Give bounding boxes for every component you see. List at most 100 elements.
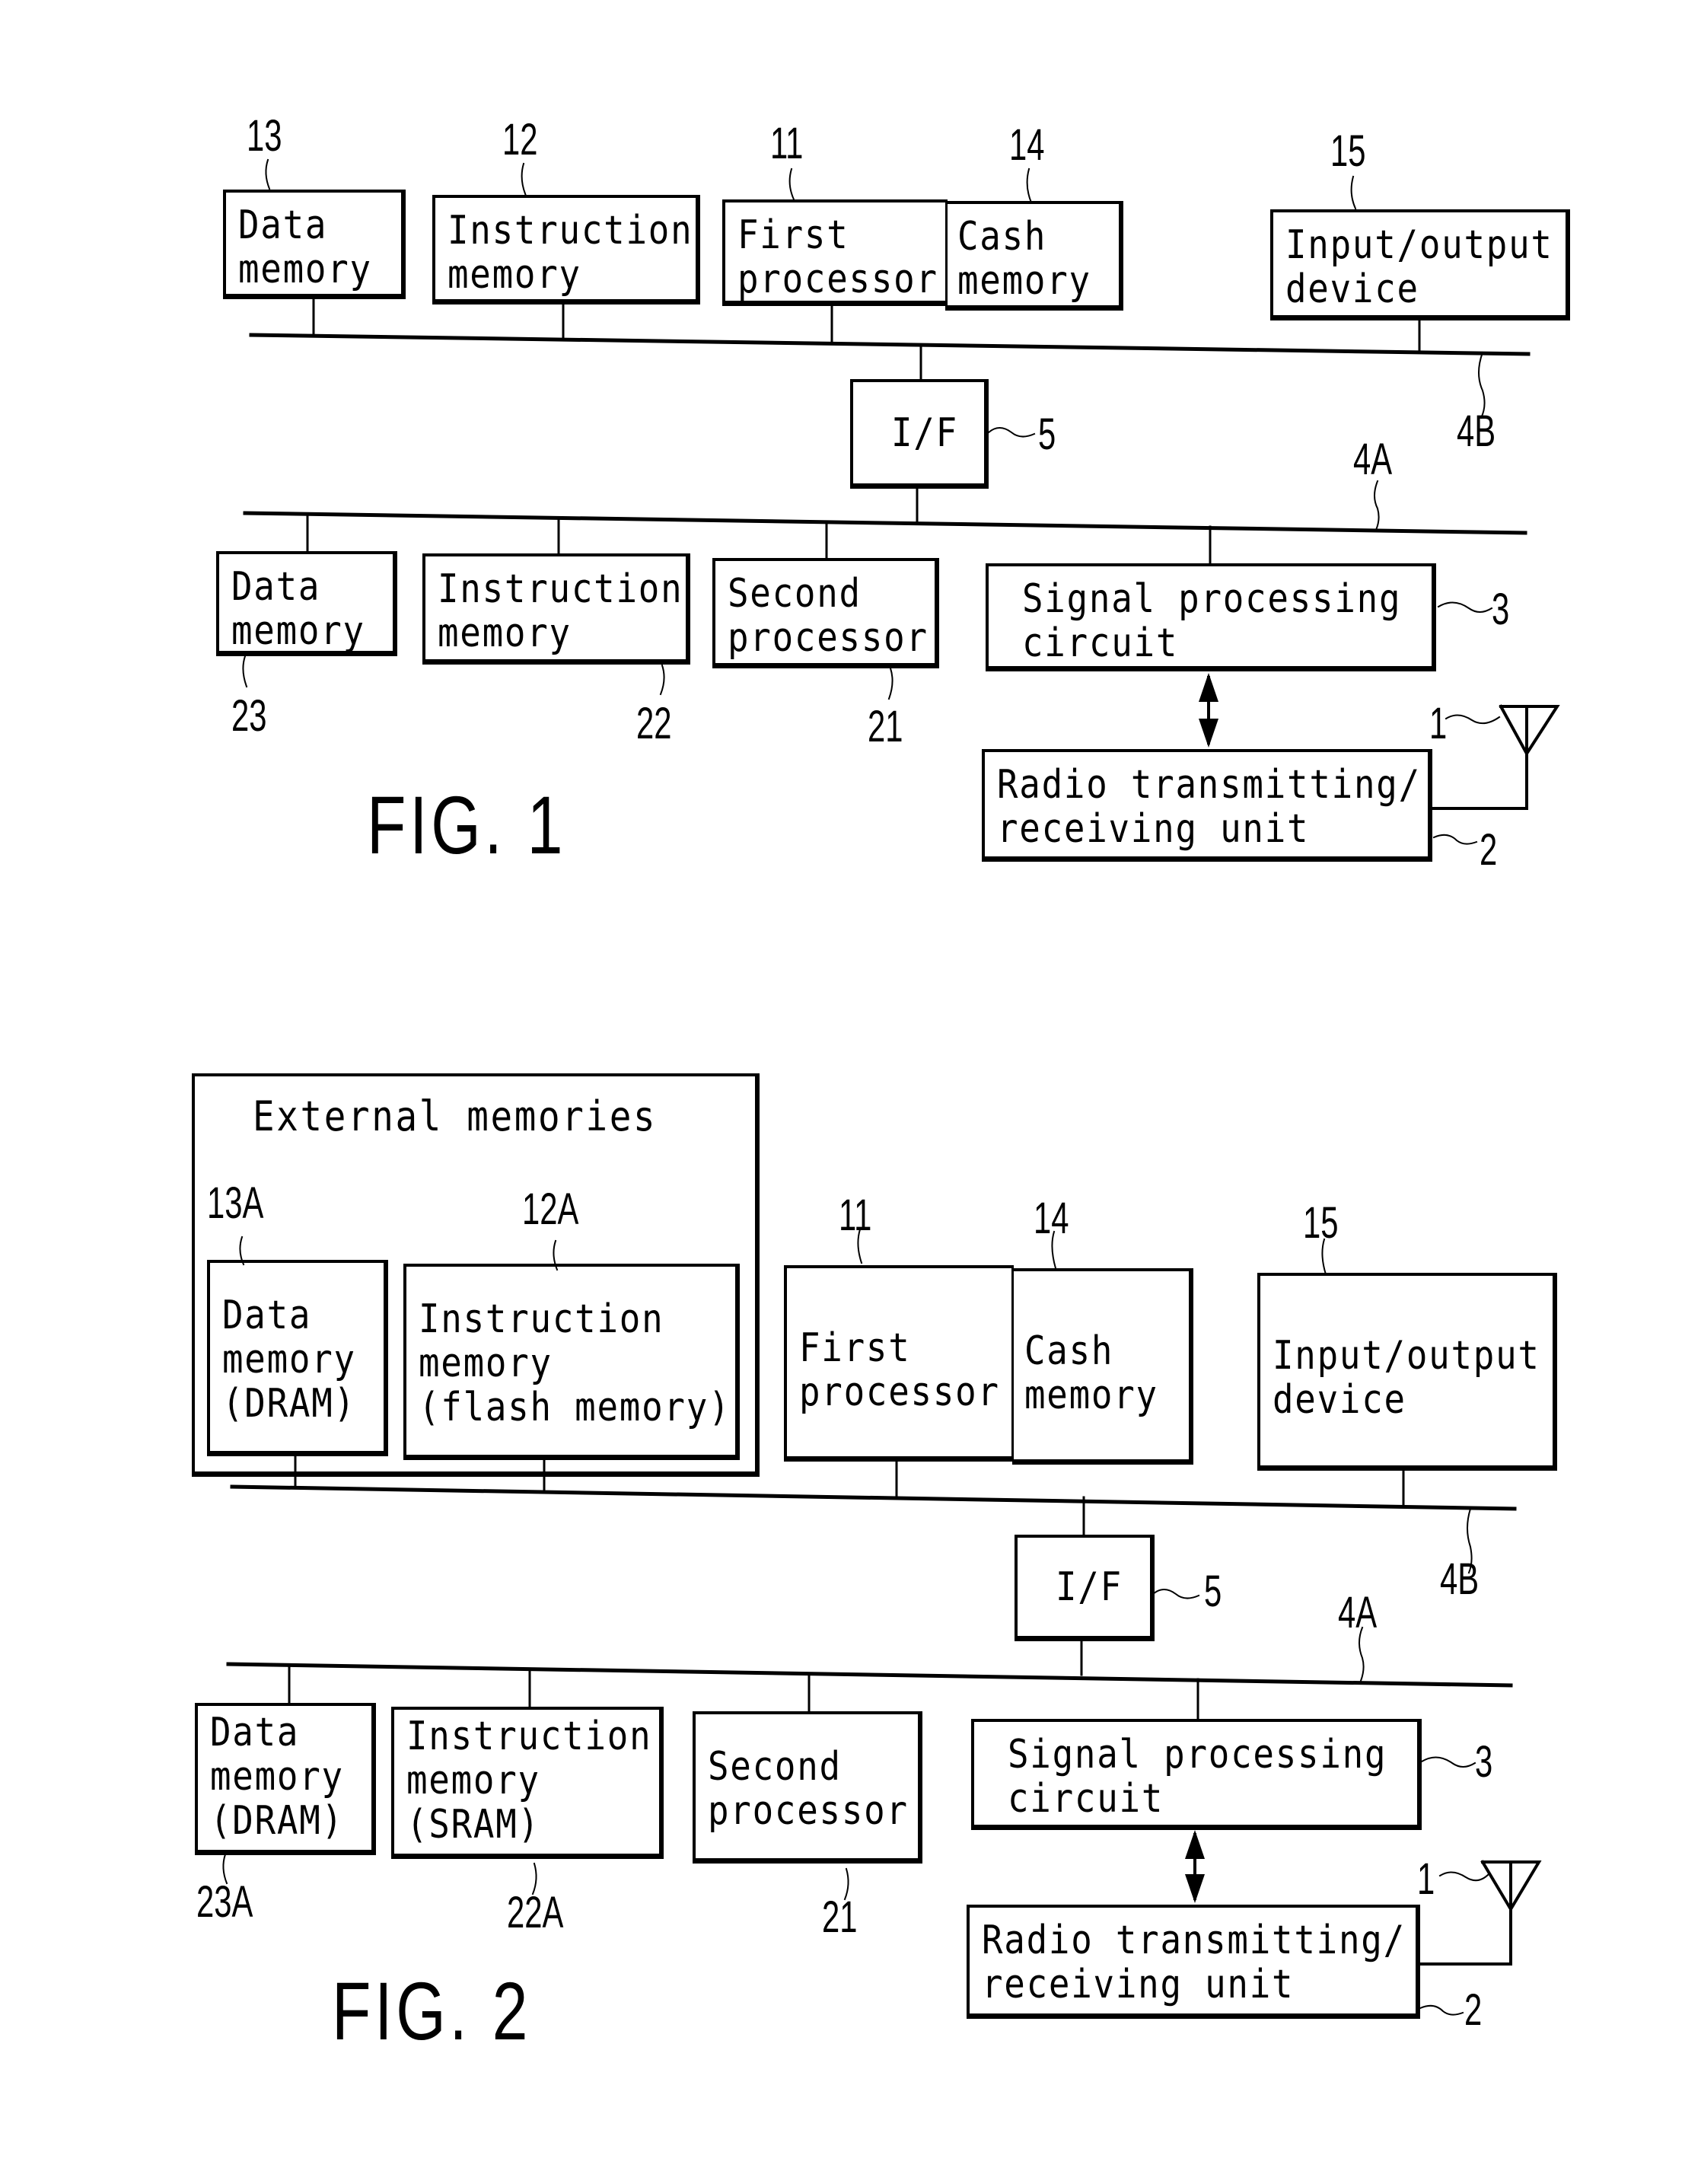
block-label: Data memory [238, 202, 372, 292]
ref-label: 13 [247, 111, 282, 161]
signal-processing-block: Signal processing circuit [971, 1719, 1422, 1830]
ref-label: 2 [1480, 825, 1498, 875]
leader-line [521, 162, 527, 197]
block-label: Data memory (DRAM) [222, 1293, 356, 1427]
bus-label-4b: 4B [1457, 407, 1496, 456]
block-label: Radio transmitting/ receiving unit [997, 762, 1421, 852]
block-label: Instruction memory [438, 566, 683, 656]
ref-label: 11 [839, 1191, 872, 1240]
group-label: External memories [253, 1092, 658, 1140]
antenna-ref-label: 1 [1429, 699, 1448, 748]
block-label: Instruction memory (flash memory) [419, 1296, 731, 1430]
instruction-memory-block: Instruction memory [432, 195, 700, 304]
block-label: Instruction memory [448, 208, 693, 298]
ref-label: 23 [231, 691, 267, 741]
bus-4b-fig2 [230, 1484, 1517, 1511]
instruction-memory-block: Instruction memory (flash memory) [403, 1264, 740, 1460]
ref-label: 13A [207, 1178, 264, 1228]
leader-line [1374, 480, 1380, 531]
instruction-memory-2-block: Instruction memory [422, 553, 690, 665]
io-device-block: Input/output device [1270, 209, 1570, 320]
first-processor-block: First processor [784, 1265, 1014, 1462]
block-label: Second processor [728, 571, 929, 661]
block-label: First processor [799, 1325, 1000, 1415]
ref-label: 21 [868, 702, 903, 751]
io-device-block: Input/output device [1257, 1273, 1557, 1471]
second-processor-block: Second processor [712, 558, 939, 668]
ref-label: 22A [507, 1888, 564, 1937]
block-label: Data memory [231, 564, 365, 654]
leader-line [1350, 175, 1357, 210]
leader-line [659, 664, 665, 696]
ref-label: 22 [636, 699, 672, 748]
leader-line [1026, 167, 1033, 204]
cash-memory-block: Cash memory [945, 201, 1123, 311]
ref-label: 11 [770, 119, 804, 168]
leader-line [265, 158, 271, 190]
block-label: Input/output device [1273, 1333, 1540, 1423]
ref-label: 21 [822, 1892, 858, 1942]
ref-label: 23A [196, 1877, 253, 1927]
data-memory-block: Data memory [223, 190, 406, 299]
block-label: Second processor [708, 1744, 909, 1834]
block-label: Signal processing circuit [1022, 576, 1402, 666]
block-label: Cash memory [957, 214, 1091, 304]
arrow-head-up [1199, 673, 1218, 702]
block-label: Data memory (DRAM) [210, 1710, 344, 1844]
leader-line [1437, 601, 1493, 613]
arrow-head-down [1185, 1874, 1205, 1903]
leader-line [242, 655, 248, 688]
ref-label: 2 [1464, 1985, 1483, 2035]
antenna-icon [1499, 704, 1560, 757]
bus-4a-fig1 [243, 511, 1527, 535]
leader-line [887, 667, 894, 700]
leader-line [987, 427, 1036, 438]
second-processor-block: Second processor [693, 1711, 922, 1864]
figure-caption: FIG. 1 [367, 779, 567, 871]
antenna-ref-label: 1 [1417, 1854, 1435, 1904]
radio-unit-block: Radio transmitting/ receiving unit [982, 749, 1432, 862]
bus-4b-fig1 [249, 333, 1531, 356]
ref-label: 15 [1303, 1198, 1339, 1248]
ref-label: 12A [522, 1184, 579, 1234]
bus-label-4b: 4B [1440, 1554, 1480, 1604]
bus-label-4a: 4A [1338, 1588, 1378, 1637]
ref-label: 3 [1492, 585, 1510, 634]
leader-line [1432, 834, 1478, 845]
data-memory-2-block: Data memory (DRAM) [195, 1703, 376, 1855]
cash-memory-block: Cash memory [1012, 1268, 1193, 1465]
ref-label: 5 [1204, 1567, 1222, 1616]
bus-label-4a: 4A [1353, 435, 1393, 484]
ref-label: 14 [1009, 120, 1045, 170]
data-memory-block: Data memory (DRAM) [207, 1260, 388, 1456]
leader-line [1419, 2004, 1464, 2016]
ref-label: 5 [1038, 410, 1056, 459]
leader-line [1420, 1756, 1476, 1768]
block-label: Cash memory [1024, 1328, 1158, 1418]
ref-label: 15 [1330, 126, 1366, 176]
block-label: Radio transmitting/ receiving unit [982, 1918, 1406, 2007]
block-label: I/F [891, 410, 958, 456]
ref-label: 12 [502, 115, 538, 164]
arrow-head-down [1199, 719, 1218, 748]
leader-line [1438, 1871, 1490, 1882]
arrow-head-up [1185, 1830, 1205, 1859]
interface-block: I/F [1015, 1535, 1155, 1641]
data-memory-2-block: Data memory [216, 551, 397, 656]
signal-processing-block: Signal processing circuit [986, 563, 1436, 671]
figure-caption: FIG. 2 [332, 1965, 532, 2057]
leader-line [788, 167, 795, 201]
ref-label: 3 [1475, 1737, 1493, 1787]
leader-line [1445, 714, 1501, 725]
bus-4a-fig2 [226, 1662, 1513, 1688]
block-label: Signal processing circuit [1008, 1732, 1387, 1822]
first-processor-block: First processor [722, 199, 948, 306]
instruction-memory-2-block: Instruction memory (SRAM) [391, 1707, 664, 1859]
ref-label: 14 [1034, 1194, 1069, 1243]
block-label: Instruction memory (SRAM) [406, 1714, 652, 1848]
block-label: I/F [1056, 1564, 1123, 1610]
leader-line [1152, 1589, 1200, 1599]
block-label: Input/output device [1285, 222, 1553, 312]
block-label: First processor [737, 212, 938, 302]
radio-unit-block: Radio transmitting/ receiving unit [967, 1905, 1420, 2019]
